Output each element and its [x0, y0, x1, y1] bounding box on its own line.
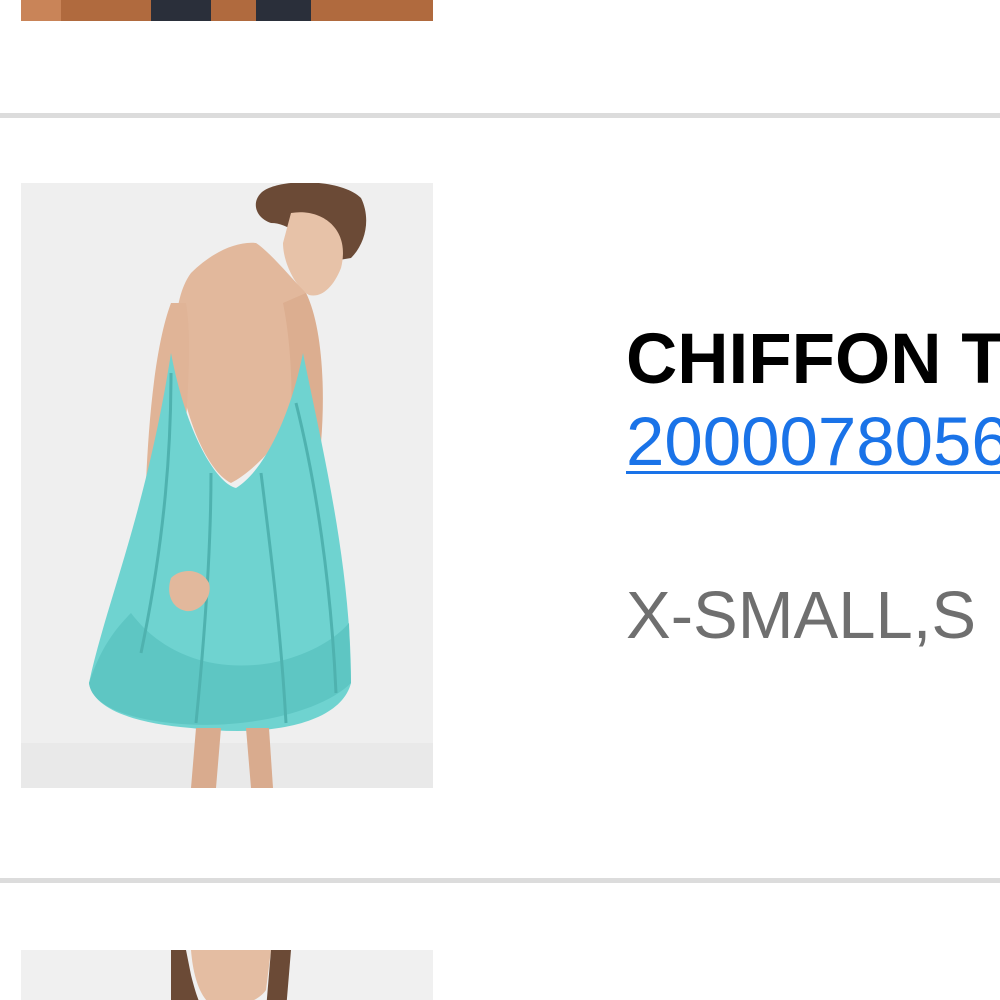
row-divider	[0, 113, 1000, 118]
product-photo-icon	[21, 0, 433, 21]
product-image-previous[interactable]	[21, 0, 433, 21]
product-info: CHIFFON T 2000078056 X-SMALL,S	[626, 318, 1000, 656]
product-sizes: X-SMALL,S	[626, 578, 977, 653]
product-id-link[interactable]: 2000078056	[626, 402, 1000, 482]
row-divider	[0, 878, 1000, 883]
product-photo-icon	[21, 950, 433, 1000]
product-image[interactable]	[21, 183, 433, 788]
product-list: CHIFFON T 2000078056 X-SMALL,S	[0, 0, 1000, 1000]
product-name: CHIFFON T	[626, 320, 1000, 399]
teal-dress-photo-icon	[21, 183, 433, 788]
product-image-next[interactable]	[21, 950, 433, 1000]
